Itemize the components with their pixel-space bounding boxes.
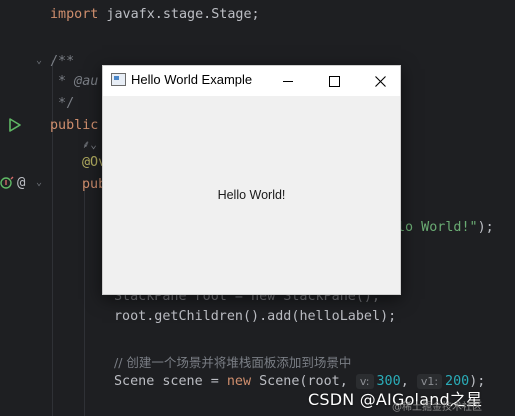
code-text: javafx.stage.Stage; (98, 7, 260, 22)
code-comment: // 创建一个场景并将堆栈面板添加到场景中 (114, 355, 352, 370)
minimize-icon (283, 80, 293, 82)
hello-label: Hello World! (217, 188, 286, 202)
code-line: import javafx.stage.Stage; (50, 7, 260, 22)
juejin-watermark: @稀土掘金技术社区 (392, 402, 482, 413)
code-text: root.getChildren().add( (114, 309, 300, 324)
javafx-window[interactable]: Hello World Example Hello World! (102, 65, 401, 295)
keyword: import (50, 7, 99, 22)
maximize-icon (328, 75, 340, 87)
window-title: Hello World Example (131, 72, 253, 87)
code-line: * @au (50, 74, 99, 89)
code-line: /** (50, 54, 75, 69)
code-text: ); (380, 309, 397, 324)
editor-gutter: @ ⌄ ⌄ (0, 0, 48, 416)
fold-chevron-icon[interactable]: ⌄ (36, 55, 42, 66)
implement-icon[interactable] (0, 176, 14, 193)
annotation-icon[interactable]: @ (17, 175, 25, 191)
code-text: Scene scene = (114, 374, 227, 389)
close-icon (374, 75, 386, 87)
code-text: ); (477, 220, 494, 235)
java-window-icon (111, 73, 126, 86)
code-line: */ (50, 96, 75, 111)
code-line: root.getChildren().add(helloLabel); (114, 309, 396, 324)
usage-icon: ⸙⌄ (82, 138, 97, 151)
code-line: lo World!"); (397, 220, 494, 235)
minimize-button[interactable] (265, 66, 311, 96)
maximize-button[interactable] (311, 66, 357, 96)
fold-chevron-icon[interactable]: ⌄ (36, 177, 42, 188)
code-line: public (50, 118, 99, 133)
keyword: new (226, 374, 252, 389)
string-literal: lo World!" (397, 220, 478, 235)
run-icon[interactable] (9, 117, 21, 136)
indent-guide (52, 60, 53, 416)
close-button[interactable] (357, 66, 403, 96)
indent-guide (84, 190, 85, 416)
code-text: helloLabel (299, 309, 381, 324)
window-titlebar[interactable]: Hello World Example (103, 66, 400, 96)
